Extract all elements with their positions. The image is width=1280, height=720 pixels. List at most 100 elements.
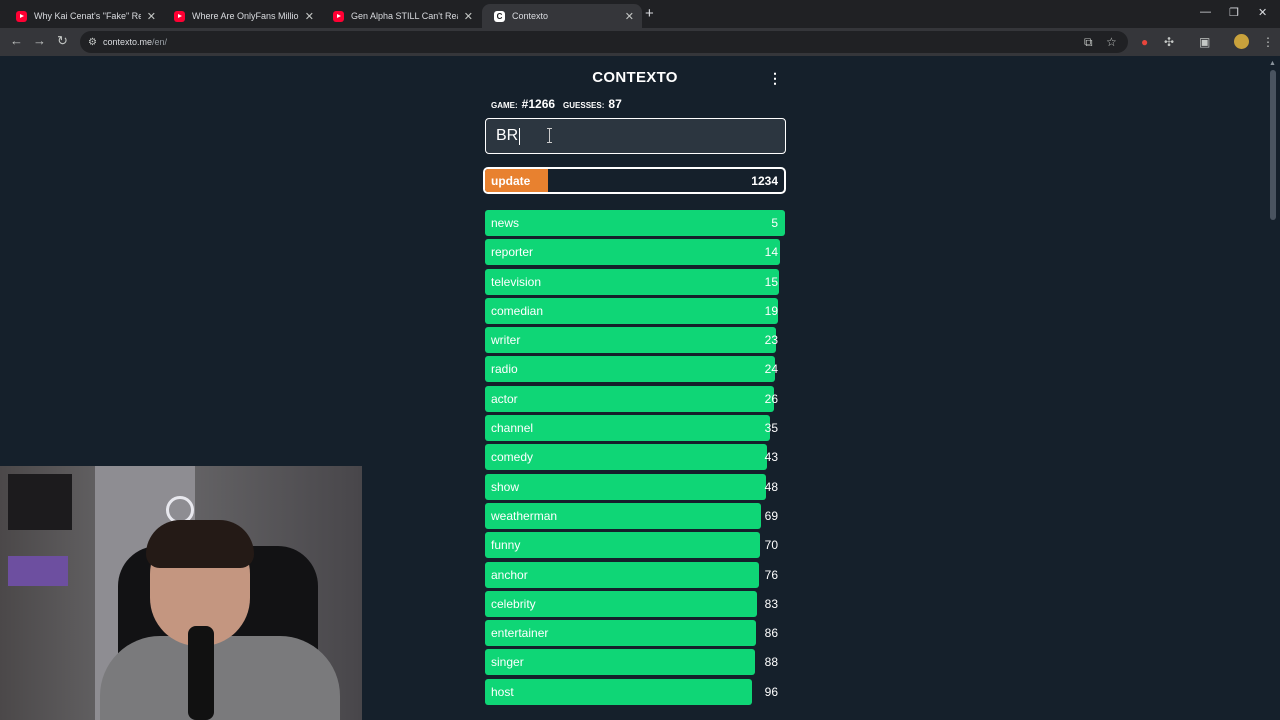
reload-icon[interactable]: ↻ [57, 33, 68, 49]
guess-word: writer [491, 333, 521, 348]
mouse-cursor-ibeam [547, 128, 552, 143]
browser-tab-1[interactable]: Why Kai Cenat's "Fake" Rebrand ✕ [4, 4, 164, 28]
webcam-person-shirt [100, 636, 340, 720]
guess-row: reporter 14 [485, 239, 785, 266]
scrollbar-thumb[interactable] [1270, 70, 1276, 220]
browser-menu-icon[interactable]: ⋮ [1262, 35, 1274, 49]
guess-bar [485, 649, 755, 676]
new-tab-icon[interactable]: + [645, 5, 654, 22]
guess-row: singer 88 [485, 649, 785, 676]
contexto-icon: C [494, 10, 505, 22]
youtube-icon [16, 10, 27, 22]
guess-bar [485, 385, 774, 412]
scroll-up-icon[interactable]: ▲ [1269, 60, 1276, 67]
minimize-icon[interactable]: — [1200, 6, 1211, 18]
guess-rank: 96 [764, 684, 778, 699]
guess-rank: 43 [764, 450, 778, 465]
site-info-icon[interactable]: ⚙ [88, 37, 97, 48]
guess-word: news [491, 216, 520, 230]
guess-word: entertainer [491, 626, 549, 641]
webcam-shelf [8, 556, 68, 586]
guess-row: news 5 [485, 210, 785, 236]
current-guess-rank: 1234 [751, 174, 778, 188]
tab-title: Gen Alpha STILL Can't Read and [351, 11, 458, 21]
guess-rank: 15 [764, 274, 778, 289]
guess-row: comedy 43 [485, 444, 785, 471]
guess-word: comedian [491, 303, 544, 318]
maximize-icon[interactable]: ❐ [1229, 6, 1239, 19]
guess-rank: 35 [764, 421, 778, 436]
guess-rank: 69 [764, 508, 778, 523]
guess-row: show 48 [485, 473, 785, 500]
game-info: GAME: #1266 GUESSES: 87 [491, 97, 630, 111]
guess-row: channel 35 [485, 415, 785, 442]
guess-bar [485, 473, 767, 500]
back-icon[interactable]: ← [10, 33, 23, 48]
guess-rank: 70 [764, 538, 778, 553]
close-tab-icon[interactable]: ✕ [464, 10, 473, 23]
guess-word: radio [491, 362, 518, 377]
webcam-person-hair [146, 520, 254, 568]
guess-row: entertainer 86 [485, 620, 785, 647]
current-guess-word: update [491, 174, 531, 188]
window-close-icon[interactable]: ✕ [1258, 6, 1267, 19]
guess-row: radio 24 [485, 356, 785, 383]
guess-row: television 15 [485, 268, 785, 295]
guess-rank: 19 [764, 303, 778, 318]
guess-bar [485, 356, 776, 383]
guess-row: host 96 [485, 678, 785, 705]
webcam-overlay [0, 466, 362, 720]
guess-rank: 88 [764, 655, 778, 670]
guess-rank: 86 [764, 626, 778, 641]
guess-rank: 24 [764, 362, 778, 377]
tab-title: Where Are OnlyFans Millionaires [192, 11, 299, 21]
guess-row: actor 26 [485, 385, 785, 412]
guess-word: singer [491, 655, 524, 670]
youtube-icon [174, 10, 185, 22]
tab-title: Contexto [512, 11, 549, 21]
guess-input-value: BR [496, 127, 519, 144]
extensions-puzzle-icon[interactable]: ✣ [1164, 35, 1174, 49]
guess-row: writer 23 [485, 327, 785, 354]
guess-row: anchor 76 [485, 561, 785, 588]
profile-avatar[interactable] [1234, 34, 1249, 49]
browser-tab-bar: Why Kai Cenat's "Fake" Rebrand ✕ Where A… [0, 0, 1280, 28]
guess-word: reporter [491, 245, 534, 260]
browser-tab-2[interactable]: Where Are OnlyFans Millionaires ✕ [162, 4, 322, 28]
more-options-icon[interactable]: ⋮ [768, 70, 782, 87]
guess-word: anchor [491, 567, 528, 582]
youtube-icon [333, 10, 344, 22]
url-path: /en/ [152, 37, 168, 47]
browser-tab-contexto[interactable]: C Contexto ✕ [482, 4, 642, 28]
guess-word: host [491, 684, 514, 699]
address-bar[interactable]: ⚙ contexto.me/en/ [80, 31, 1128, 53]
close-tab-icon[interactable]: ✕ [625, 10, 634, 23]
forward-icon[interactable]: → [33, 33, 46, 48]
guess-rank: 26 [764, 391, 778, 406]
browser-nav-bar: ← → ↻ ⚙ contexto.me/en/ ⧉ ☆ ● ✣ ▣ ⋮ [0, 28, 1280, 56]
close-tab-icon[interactable]: ✕ [305, 10, 314, 23]
guess-row: weatherman 69 [485, 502, 785, 529]
guess-word: channel [491, 421, 534, 436]
url-host: contexto.me [102, 37, 152, 47]
close-tab-icon[interactable]: ✕ [147, 10, 156, 23]
guesses-label: GUESSES: [563, 101, 605, 110]
install-app-icon[interactable]: ⧉ [1084, 35, 1093, 50]
guess-word: celebrity [491, 596, 536, 611]
guess-rank: 23 [764, 333, 778, 348]
game-label: GAME: [491, 101, 518, 110]
side-panel-icon[interactable]: ▣ [1199, 35, 1210, 49]
guess-bar [485, 678, 752, 705]
guess-rank: 14 [764, 245, 778, 260]
tab-title: Why Kai Cenat's "Fake" Rebrand [34, 11, 141, 21]
page-title: CONTEXTO [592, 69, 678, 86]
extension-record-icon[interactable]: ● [1141, 35, 1148, 49]
guess-row: funny 70 [485, 532, 785, 559]
current-guess: update 1234 [483, 167, 786, 194]
webcam-poster [8, 474, 72, 530]
guess-input[interactable]: BR [485, 118, 786, 154]
page-scrollbar[interactable]: ▲ [1266, 58, 1280, 720]
guess-word: actor [491, 391, 518, 406]
browser-tab-3[interactable]: Gen Alpha STILL Can't Read and ✕ [321, 4, 481, 28]
bookmark-star-icon[interactable]: ☆ [1106, 35, 1117, 49]
